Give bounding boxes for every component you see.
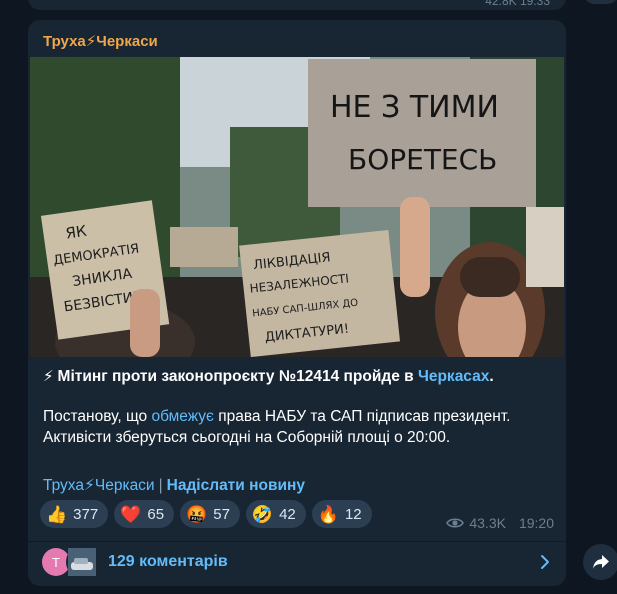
fire-icon: 🔥 (317, 504, 339, 524)
previous-message-meta: 42.8K 19:33 (485, 0, 550, 8)
channel-post: Труха⚡Черкаси ЯК ДЕМОКРАТІЯ ЗНИКЛА БЕЗВІ… (28, 20, 566, 586)
thumbs-up-icon: 👍 (46, 504, 68, 524)
protest-photo: ЯК ДЕМОКРАТІЯ ЗНИКЛА БЕЗВІСТИ? НЕ З ТИМИ… (30, 57, 564, 357)
heart-icon: ❤️ (120, 504, 142, 524)
channel-name[interactable]: Труха⚡Черкаси (43, 32, 158, 50)
reactions-bar: 👍 377 ❤️ 65 🤬 57 🤣 42 🔥 12 (40, 500, 372, 528)
chevron-right-icon[interactable] (538, 553, 552, 571)
reaction-count: 57 (213, 505, 230, 523)
post-photo[interactable]: ЯК ДЕМОКРАТІЯ ЗНИКЛА БЕЗВІСТИ? НЕ З ТИМИ… (30, 57, 564, 357)
body-link[interactable]: обмежує (151, 408, 213, 425)
headline-suffix: . (489, 368, 494, 385)
post-time: 19:20 (518, 515, 554, 531)
submit-news-link[interactable]: Надіслати новину (167, 477, 305, 494)
laughing-face-icon: 🤣 (251, 504, 274, 524)
reaction-count: 12 (344, 505, 362, 523)
avatar (66, 546, 98, 578)
post-headline: ⚡ Мітинг проти законопроєкту №12414 пройд… (43, 366, 553, 387)
post-meta: 43.3K 19:20 (446, 515, 554, 531)
reaction-count: 65 (147, 505, 165, 523)
body-text: Постанову, що (43, 408, 152, 425)
sign-text: ЯК (64, 222, 88, 243)
previous-share-button[interactable] (583, 0, 617, 4)
comments-count-label[interactable]: 129 коментарів (108, 553, 228, 571)
angry-face-icon: 🤬 (186, 504, 208, 524)
sign-text: БОРЕТЕСЬ (348, 143, 497, 176)
headline-link[interactable]: Черкасах (418, 368, 489, 385)
headline-text: Мітинг проти законопроєкту №12414 пройде… (57, 368, 418, 385)
post-body: Постанову, що обмежує права НАБУ та САП … (43, 406, 553, 448)
reaction-count: 42 (279, 505, 296, 523)
previous-message-bubble: 42.8K 19:33 (28, 0, 566, 10)
avatar-letter: T (52, 554, 60, 570)
reaction-count: 377 (73, 505, 99, 523)
views-count: 43.3K (469, 515, 506, 531)
reaction-thumbs-up[interactable]: 👍 377 (40, 500, 109, 528)
reaction-fire[interactable]: 🔥 12 (311, 500, 372, 528)
eye-icon (446, 518, 465, 528)
lightning-icon: ⚡ (43, 368, 54, 385)
body-text-suffix: права НАБУ та САП підписав президент. (213, 408, 511, 425)
sign-text: НЕ З ТИМИ (330, 90, 499, 125)
reaction-angry[interactable]: 🤬 57 (180, 500, 240, 528)
share-icon (593, 555, 609, 569)
post-footer-links: Труха⚡Черкаси | Надіслати новину (43, 476, 305, 495)
avatar-image (68, 548, 96, 576)
post-text: ⚡ Мітинг проти законопроєкту №12414 пройд… (43, 366, 553, 448)
comments-row[interactable]: T 129 коментарів (28, 542, 566, 586)
reaction-heart[interactable]: ❤️ 65 (114, 500, 175, 528)
channel-footer-link[interactable]: Труха⚡Черкаси (43, 477, 155, 494)
reaction-laugh[interactable]: 🤣 42 (245, 500, 306, 528)
footer-separator: | (158, 477, 163, 494)
share-button[interactable] (583, 544, 617, 580)
body-text-line2: Активісти зберуться сьогодні на Соборній… (43, 429, 451, 446)
